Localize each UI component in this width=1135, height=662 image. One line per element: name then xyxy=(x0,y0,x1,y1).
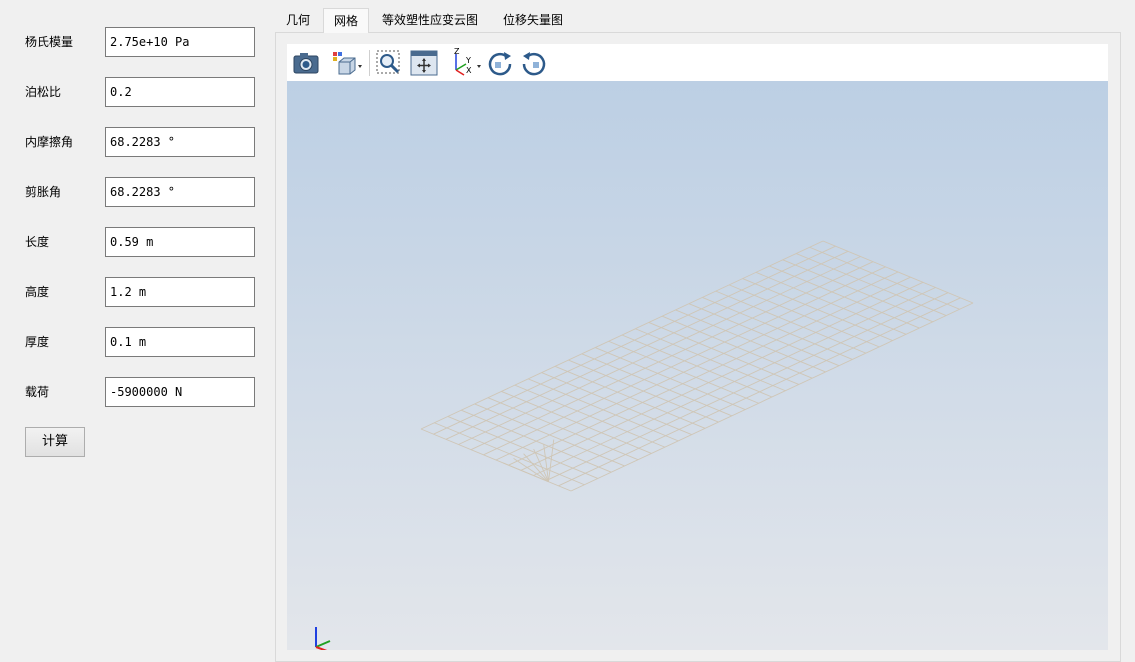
height-input[interactable]: 1.2 m xyxy=(105,277,255,307)
label-height: 高度 xyxy=(25,285,50,299)
camera-icon[interactable] xyxy=(291,48,321,78)
rotate-ccw-icon[interactable] xyxy=(519,48,549,78)
toolbar-separator xyxy=(369,50,370,76)
label-poisson-ratio: 泊松比 xyxy=(25,85,62,99)
calculate-button[interactable]: 计算 xyxy=(25,427,85,457)
zoom-window-icon[interactable] xyxy=(374,48,404,78)
youngs-modulus-input[interactable]: 2.75e+10 Pa xyxy=(105,27,255,57)
axes-view-icon[interactable]: Z Y X xyxy=(450,47,481,78)
tab-displacement-vector[interactable]: 位移矢量图 xyxy=(493,8,573,33)
tab-plastic-strain-contour[interactable]: 等效塑性应变云图 xyxy=(372,8,488,33)
label-length: 长度 xyxy=(25,235,50,249)
poisson-ratio-input[interactable]: 0.2 xyxy=(105,77,255,107)
axis-x-label: X xyxy=(466,66,472,75)
length-input[interactable]: 0.59 m xyxy=(105,227,255,257)
thickness-input[interactable]: 0.1 m xyxy=(105,327,255,357)
label-thickness: 厚度 xyxy=(25,335,50,349)
axis-y-label: Y xyxy=(466,56,471,65)
view-cube-icon[interactable] xyxy=(331,48,362,78)
tab-mesh[interactable]: 网格 xyxy=(323,8,370,33)
label-dilation-angle: 剪胀角 xyxy=(25,185,62,199)
rotate-cw-icon[interactable] xyxy=(485,48,515,78)
fit-all-icon[interactable] xyxy=(409,48,439,78)
load-input[interactable]: -5900000 N xyxy=(105,377,255,407)
tab-geometry[interactable]: 几何 xyxy=(276,8,320,33)
viewer-toolbar: Z Y X xyxy=(287,44,1108,81)
axis-z-label: Z xyxy=(454,47,460,56)
label-friction-angle: 内摩擦角 xyxy=(25,135,74,149)
orientation-triad xyxy=(315,627,331,652)
label-load: 载荷 xyxy=(25,385,50,399)
label-youngs-modulus: 杨氏模量 xyxy=(25,35,74,49)
mesh-plate xyxy=(315,240,974,652)
dilation-angle-input[interactable]: 68.2283 ° xyxy=(105,177,255,207)
3d-scene[interactable] xyxy=(287,81,1108,652)
3d-viewer: Z Y X xyxy=(287,44,1108,652)
friction-angle-input[interactable]: 68.2283 ° xyxy=(105,127,255,157)
